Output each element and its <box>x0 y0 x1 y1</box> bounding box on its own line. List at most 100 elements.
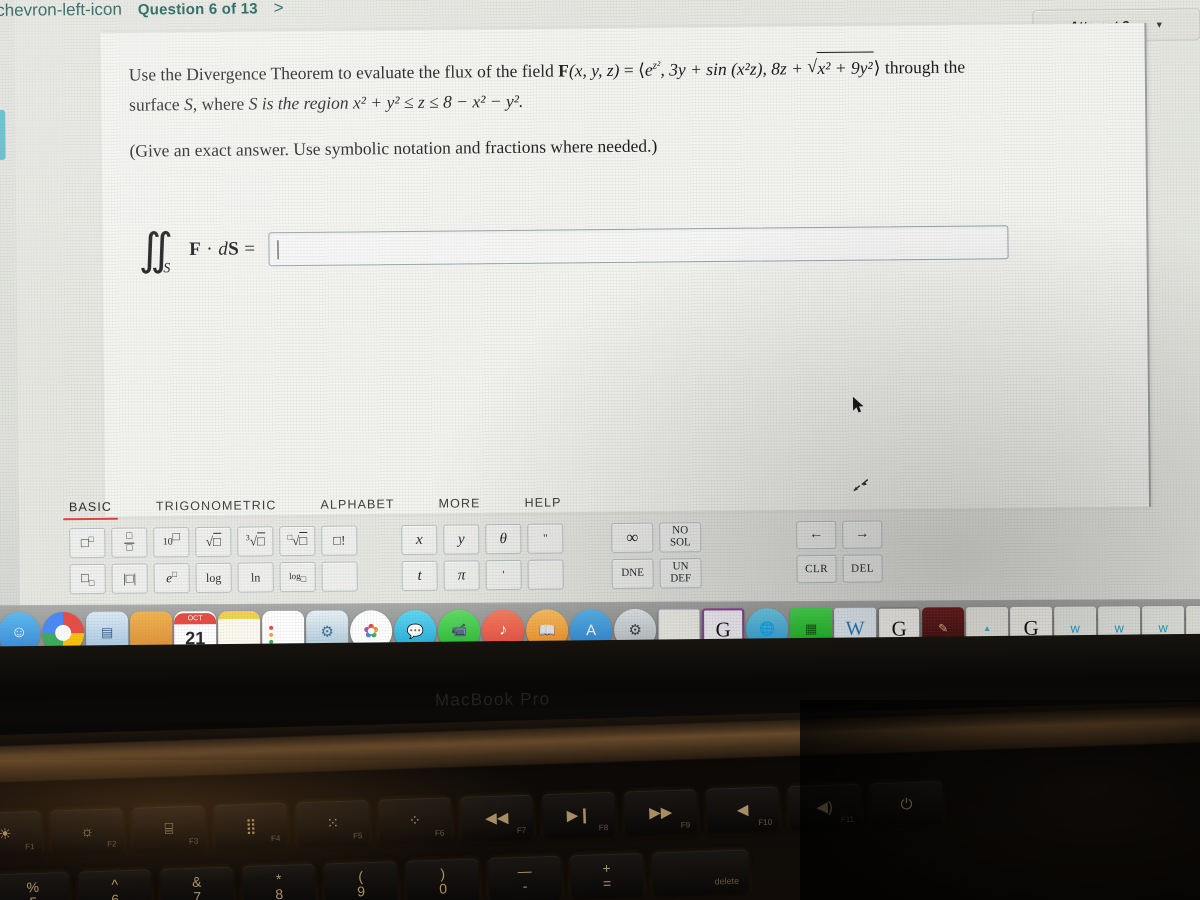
clear-button[interactable]: CLR <box>796 554 837 584</box>
key-9-paren-open[interactable]: (9 <box>324 861 398 900</box>
key-cube-root[interactable]: 3√□ <box>237 526 274 557</box>
answer-input[interactable] <box>268 225 1009 267</box>
key-dne[interactable]: DNE <box>611 558 654 590</box>
tab-help[interactable]: HELP <box>524 495 561 513</box>
chevron-left-icon[interactable]: chevron-left-icon <box>0 0 122 21</box>
double-integral-icon: ∬ S <box>138 225 176 276</box>
question-line1-a: Use the Divergence Theorem to evaluate t… <box>128 60 559 85</box>
key-f10-mute[interactable]: ◀ F10 <box>705 786 780 833</box>
tab-trigonometric[interactable]: TRIGONOMETRIC <box>156 498 277 517</box>
key-nth-root[interactable]: □√□ <box>279 525 316 557</box>
key-equals-plus[interactable]: + = <box>570 852 644 900</box>
key-y[interactable]: y <box>443 524 480 555</box>
page-title: Question 6 of 13 <box>137 0 258 19</box>
component-1-exponent: z² <box>652 59 661 72</box>
left-rail-teal-marker <box>0 109 6 160</box>
key-ln[interactable]: ln <box>237 562 274 593</box>
variable-key-group: x y θ " t π ' · <box>401 523 564 592</box>
tab-more[interactable]: MORE <box>439 496 481 514</box>
key-f4-launchpad[interactable]: ⣿ F4 <box>214 802 288 850</box>
expr-dot: · <box>201 238 219 260</box>
text-caret <box>277 239 279 259</box>
key-pi[interactable]: π <box>443 560 480 591</box>
key-square-root[interactable]: √□ <box>195 526 232 558</box>
integral-subscript: S <box>163 261 171 277</box>
navigation-key-group: ← → CLR DEL <box>796 520 883 584</box>
question-line2-c: is the region x² + y² ≤ z ≤ 8 − x² − y². <box>257 90 524 114</box>
question-line2-b: , where <box>192 93 249 115</box>
mouse-cursor-secondary <box>853 479 869 493</box>
key-minus-underscore[interactable]: — - <box>488 855 562 900</box>
key-f8-playpause[interactable]: ▶❙ F8 <box>542 791 616 839</box>
macbook-brand-label: MacBook Pro <box>434 689 551 710</box>
key-f7-rewind[interactable]: ◀◀ F7 <box>460 794 534 841</box>
key-5-percent[interactable]: %5 <box>0 871 70 900</box>
key-power-of-ten[interactable]: 10□ <box>153 527 190 558</box>
basic-key-group: □□ □ □ 10□ √□ 3√□ □√□ □! □□ |□| e□ log ln… <box>69 525 358 595</box>
key-double-prime[interactable]: " <box>527 523 564 554</box>
key-log[interactable]: log <box>195 562 232 594</box>
special-answer-key-group: ∞ NO SOL DNE UN DEF <box>611 522 702 590</box>
mouse-cursor-primary <box>852 396 865 414</box>
key-x[interactable]: x <box>401 524 438 556</box>
component-1-base: e <box>644 59 653 80</box>
key-log-base[interactable]: log□ <box>279 561 316 593</box>
key-prime[interactable]: ' <box>485 559 522 591</box>
tab-alphabet[interactable]: ALPHABET <box>320 497 394 516</box>
integral-glyph: ∬ <box>138 225 165 275</box>
laptop-screen: chevron-left-icon Question 6 of 13 > Att… <box>0 0 1200 662</box>
number-key-row: %5 ^6 &7 *8 (9 )0 —- += delete <box>0 849 750 900</box>
question-navigation-header: chevron-left-icon Question 6 of 13 > <box>0 0 284 26</box>
key-6-caret[interactable]: ^ 6 <box>78 869 152 900</box>
key-undefined[interactable]: UN DEF <box>659 558 702 589</box>
key-exponential[interactable]: e□ <box>153 563 190 594</box>
components-2-3: , 3y + sin (x²z), 8z + <box>660 58 808 80</box>
question-card: Use the Divergence Theorem to evaluate t… <box>100 22 1152 517</box>
delete-button[interactable]: DEL <box>842 554 883 583</box>
key-infinity[interactable]: ∞ <box>611 522 654 554</box>
key-0-paren-close[interactable]: ) 0 <box>406 858 480 900</box>
key-power[interactable]: □□ <box>69 527 106 559</box>
key-fraction[interactable]: □ □ <box>111 527 148 558</box>
sqrt-radicand: x² + 9y² <box>816 51 874 84</box>
key-spacer-2: · <box>527 559 564 590</box>
key-spacer: · <box>321 561 358 592</box>
key-power[interactable]: ⏻ <box>869 780 944 828</box>
expr-S: S <box>228 238 240 260</box>
expr-equals: = <box>239 238 256 260</box>
arrow-right-icon[interactable]: → <box>842 520 883 549</box>
key-f9-forward[interactable]: ▶▶ F9 <box>624 789 698 836</box>
key-subscript[interactable]: □□ <box>69 563 106 595</box>
photographed-laptop-scene: chevron-left-icon Question 6 of 13 > Att… <box>0 0 1200 900</box>
arrow-left-icon[interactable]: ← <box>796 520 837 550</box>
field-symbol: F <box>558 60 570 81</box>
surface-symbol-1: S <box>183 94 193 115</box>
key-f3-mission-control[interactable]: ⌸ F3 <box>132 805 206 852</box>
key-f6-keyboard-bright[interactable]: ⁘ F6 <box>378 797 452 844</box>
expr-d: d <box>218 238 229 260</box>
question-line1-b: through the <box>880 56 966 78</box>
key-theta[interactable]: θ <box>485 523 522 555</box>
key-t[interactable]: t <box>401 560 438 592</box>
key-delete[interactable]: delete <box>652 849 750 897</box>
key-f11-volume[interactable]: ◀) F11 <box>787 783 862 831</box>
question-line2-a: surface <box>129 94 185 115</box>
flux-expression: F · dS = <box>189 238 255 261</box>
expr-F: F <box>189 238 202 261</box>
chevron-down-icon: ▼ <box>1154 19 1164 30</box>
key-f5-keyboard-dim[interactable]: ⁙ F5 <box>296 799 370 847</box>
chevron-right-icon[interactable]: > <box>274 0 284 18</box>
key-factorial[interactable]: □! <box>321 525 358 556</box>
key-f1[interactable]: ☀ F1 <box>0 810 42 858</box>
key-f2[interactable]: ☼ F2 <box>50 808 124 855</box>
field-args: (x, y, z) <box>568 59 620 81</box>
question-note: (Give an exact answer. Use symbolic nota… <box>129 135 658 161</box>
key-no-solution[interactable]: NO SOL <box>659 522 702 553</box>
sqrt-icon: x² + 9y² <box>807 51 874 84</box>
tab-basic[interactable]: BASIC <box>69 500 112 518</box>
answer-row: ∬ S F · dS = <box>138 220 1009 276</box>
key-7-ampersand[interactable]: & 7 <box>160 866 234 900</box>
equals-sign: = <box>619 59 639 80</box>
key-absolute-value[interactable]: |□| <box>111 563 148 594</box>
key-8-asterisk[interactable]: * 8 <box>242 863 316 900</box>
